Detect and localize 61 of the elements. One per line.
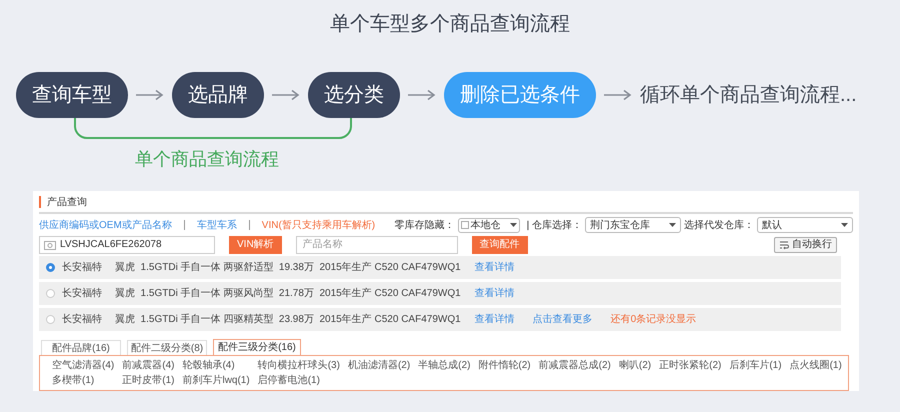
brand-text: 长安福特 xyxy=(62,312,103,327)
warehouse-dropdown[interactable]: 荆门东宝仓库 xyxy=(585,217,681,234)
category-tag[interactable]: 正时张紧轮(2) xyxy=(659,358,722,373)
arrow-icon xyxy=(408,89,436,101)
vehicle-result-row[interactable]: 长安福特 翼虎 1.5GTDi 手自一体 两驱舒适型 19.38万 2015年生产 C520 CAF479WQ1 查看详情 xyxy=(39,256,841,279)
category-tag[interactable]: 附件惰轮(2) xyxy=(478,358,531,373)
category-tag[interactable]: 半轴总成(2) xyxy=(418,358,470,373)
category-tag[interactable]: 转向横拉杆球头(3) xyxy=(258,358,340,373)
zero-stock-label: 零库存隐藏： xyxy=(394,218,455,233)
remaining-records-notice: 还有0条记录没显示 xyxy=(610,312,696,327)
radio-button[interactable] xyxy=(46,262,55,272)
arrow-icon xyxy=(272,89,300,101)
flow-step: 选品牌 xyxy=(172,72,264,118)
flow-step-text: 循环单个商品查询流程... xyxy=(640,83,857,108)
caret-icon xyxy=(841,223,848,228)
category-tab[interactable]: 配件三级分类(16) xyxy=(213,338,301,355)
category-tag[interactable]: 前减震器总成(2) xyxy=(538,358,611,373)
category-tab[interactable]: 配件品牌(16) xyxy=(41,340,121,355)
category-tag[interactable]: 多楔带(1) xyxy=(52,372,114,388)
vehicle-result-row[interactable]: 长安福特 翼虎 1.5GTDi 手自一体 四驱精英型 23.98万 2015年生产 C520 CAF479WQ1 查看详情 点击查看更多 还有0条记录没显示 xyxy=(39,308,841,331)
category-tab[interactable]: 配件二级分类(8) xyxy=(127,340,207,355)
category-tag[interactable]: 前刹车片lwq(1) xyxy=(182,372,250,388)
checkbox[interactable] xyxy=(460,221,469,230)
flow-step: 选分类 xyxy=(308,72,400,118)
warehouse-label: | 仓库选择： xyxy=(526,218,582,233)
vin-input-field[interactable]: LVSHJCAL6FE262078 xyxy=(39,236,215,254)
caret-icon xyxy=(669,223,676,228)
panel-title: 产品查询 xyxy=(47,196,87,210)
product-name-field[interactable]: 产品名称 xyxy=(296,236,458,254)
page-title: 单个车型多个商品查询流程 xyxy=(330,12,570,37)
category-tag[interactable]: 前减震器(4) xyxy=(122,358,174,373)
category-tag[interactable]: 启停蓄电池(1) xyxy=(258,372,340,388)
category-tag[interactable]: 点火线圈(1) xyxy=(790,358,842,373)
vehicle-description: 翼虎 1.5GTDi 手自一体 两驱风尚型 21.78万 2015年生产 C520 CAF479WQ1 xyxy=(115,286,461,301)
brand-text: 长安福特 xyxy=(62,286,103,301)
caret-icon xyxy=(510,223,517,228)
dropship-dropdown[interactable]: 默认 xyxy=(757,217,853,234)
auto-wrap-button[interactable]: 自动换行 xyxy=(774,236,837,253)
brand-text: 长安福特 xyxy=(62,260,103,275)
category-tag[interactable]: 正时皮带(1) xyxy=(122,372,174,388)
radio-button[interactable] xyxy=(46,288,55,298)
category-tag[interactable]: 空气滤清器(4) xyxy=(52,358,114,373)
radio-button[interactable] xyxy=(46,314,55,324)
text-wrap-icon xyxy=(779,240,789,250)
category-tag[interactable]: 机油滤清器(2) xyxy=(348,358,410,373)
vehicle-description: 翼虎 1.5GTDi 手自一体 两驱舒适型 19.38万 2015年生产 C520 CAF479WQ1 xyxy=(115,260,461,275)
category-tag[interactable]: 后刹车片(1) xyxy=(729,358,782,373)
dropship-label: 选择代发仓库： xyxy=(684,218,754,233)
bracket-label: 单个商品查询流程 xyxy=(135,149,279,169)
vehicle-description: 翼虎 1.5GTDi 手自一体 四驱精英型 23.98万 2015年生产 C520 CAF479WQ1 xyxy=(115,312,461,327)
local-warehouse-dropdown[interactable]: 本地仓 xyxy=(458,218,520,233)
search-mode-link[interactable]: 车型车系 xyxy=(196,218,237,233)
arrow-icon xyxy=(136,89,164,101)
category-tag[interactable]: 轮毂轴承(4) xyxy=(182,358,250,373)
camera-icon xyxy=(44,240,56,250)
vehicle-result-row[interactable]: 长安福特 翼虎 1.5GTDi 手自一体 两驱风尚型 21.78万 2015年生产 C520 CAF479WQ1 查看详情 xyxy=(39,282,841,305)
search-mode-link[interactable]: 供应商编码或OEM或产品名称 xyxy=(39,218,172,233)
flow-step: 查询车型 xyxy=(16,72,128,118)
category-tag[interactable]: 喇叭(2) xyxy=(618,358,652,373)
arrow-icon xyxy=(604,89,632,101)
flow-step: 删除已选条件 xyxy=(444,72,596,118)
